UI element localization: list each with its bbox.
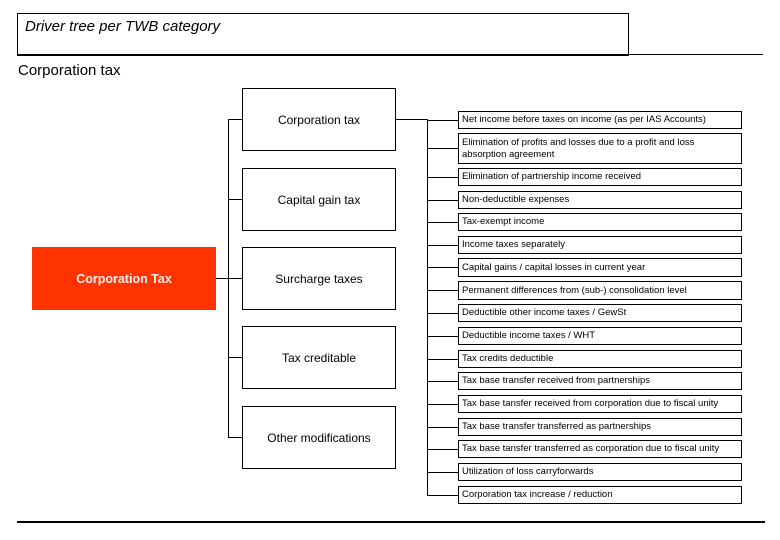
connector-line — [427, 200, 458, 201]
connector-line — [228, 119, 242, 120]
section-subtitle: Corporation tax — [18, 62, 121, 79]
connector-trunk — [228, 119, 229, 438]
leaf-node[interactable]: Deductible other income taxes / GewSt — [458, 304, 742, 322]
leaf-node[interactable]: Tax base transfer received from partners… — [458, 372, 742, 390]
title-rule — [628, 54, 763, 55]
connector-line — [427, 245, 458, 246]
page-title: Driver tree per TWB category — [25, 18, 221, 35]
connector-line — [427, 222, 458, 223]
leaf-node[interactable]: Tax base tansfer received from corporati… — [458, 395, 742, 413]
connector-line — [228, 437, 242, 438]
connector-line — [228, 357, 242, 358]
connector-trunk — [427, 119, 428, 495]
leaf-node[interactable]: Elimination of partnership income receiv… — [458, 168, 742, 186]
connector-line — [427, 495, 458, 496]
title-box: Driver tree per TWB category — [17, 13, 629, 56]
bottom-rule — [17, 521, 765, 523]
level2-node[interactable]: Corporation tax — [242, 88, 396, 151]
leaf-node[interactable]: Tax base tansfer transferred as corporat… — [458, 440, 742, 458]
level2-node[interactable]: Tax creditable — [242, 326, 396, 389]
leaf-node[interactable]: Non-deductible expenses — [458, 191, 742, 209]
connector-line — [427, 290, 458, 291]
level2-node[interactable]: Other modifications — [242, 406, 396, 469]
leaf-node[interactable]: Capital gains / capital losses in curren… — [458, 258, 742, 277]
connector-line — [427, 381, 458, 382]
leaf-node[interactable]: Utilization of loss carryforwards — [458, 463, 742, 481]
connector-line — [427, 427, 458, 428]
connector-line — [427, 472, 458, 473]
level2-node[interactable]: Surcharge taxes — [242, 247, 396, 310]
connector-line — [427, 177, 458, 178]
level2-node[interactable]: Capital gain tax — [242, 168, 396, 231]
connector-line — [228, 199, 242, 200]
leaf-node[interactable]: Corporation tax increase / reduction — [458, 486, 742, 504]
connector-line — [427, 120, 458, 121]
connector-line — [427, 359, 458, 360]
leaf-node[interactable]: Net income before taxes on income (as pe… — [458, 111, 742, 129]
connector-line — [427, 148, 458, 149]
leaf-node[interactable]: Income taxes separately — [458, 236, 742, 254]
connector-line — [427, 267, 458, 268]
connector-line — [427, 404, 458, 405]
connector-line — [427, 336, 458, 337]
connector-line — [228, 278, 242, 279]
leaf-node[interactable]: Tax base transfer transferred as partner… — [458, 418, 742, 436]
connector-line — [396, 119, 428, 120]
leaf-node[interactable]: Elimination of profits and losses due to… — [458, 133, 742, 164]
connector-line — [427, 449, 458, 450]
leaf-node[interactable]: Deductible income taxes / WHT — [458, 327, 742, 345]
leaf-node[interactable]: Permanent differences from (sub-) consol… — [458, 281, 742, 300]
leaf-node[interactable]: Tax-exempt income — [458, 213, 742, 231]
root-node[interactable]: Corporation Tax — [32, 247, 216, 310]
leaf-node[interactable]: Tax credits deductible — [458, 350, 742, 368]
connector-line — [427, 313, 458, 314]
